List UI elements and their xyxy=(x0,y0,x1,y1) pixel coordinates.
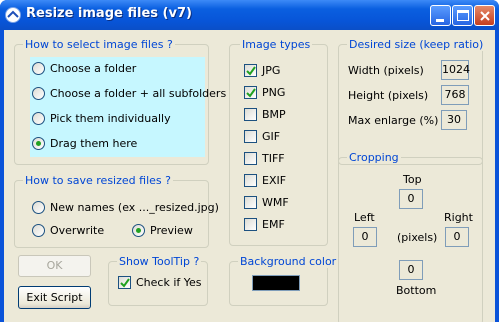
cropping-group: Cropping Top 0 Left Right 0 (pixels) 0 0… xyxy=(338,151,483,322)
radio-label: New names (ex ..._resized.jpg) xyxy=(50,201,219,214)
radio-label: Choose a folder + all subfolders xyxy=(50,87,227,100)
radio-choose-folder[interactable]: Choose a folder xyxy=(32,61,207,77)
width-label: Width (pixels) xyxy=(348,64,424,77)
select-files-group-label: How to select image files ? xyxy=(23,38,175,51)
checkbox[interactable] xyxy=(244,152,257,165)
image-types-group-label: Image types xyxy=(240,38,313,51)
save-files-group-label: How to save resized files ? xyxy=(23,174,173,187)
crop-bottom-label: Bottom xyxy=(396,284,437,297)
client-area: How to select image files ? Choose a fol… xyxy=(4,30,495,322)
checkmark-icon xyxy=(246,66,256,76)
background-color-group-label: Background color xyxy=(238,255,339,268)
checkbox[interactable] xyxy=(244,130,257,143)
background-color-swatch[interactable] xyxy=(252,275,300,291)
radio-label: Drag them here xyxy=(50,137,138,150)
radio-button[interactable] xyxy=(32,87,45,100)
checkbox-wmf[interactable]: WMF xyxy=(244,195,304,211)
minimize-icon xyxy=(436,19,444,22)
desired-size-group: Desired size (keep ratio) Width (pixels)… xyxy=(338,38,486,165)
app-icon xyxy=(5,7,21,23)
checkbox-label: EXIF xyxy=(262,174,287,187)
checkbox[interactable] xyxy=(244,64,257,77)
radio-label: Overwrite xyxy=(50,224,105,237)
checkbox-label: BMP xyxy=(262,108,286,121)
tooltip-checkbox[interactable] xyxy=(118,276,131,289)
checkbox-exif[interactable]: EXIF xyxy=(244,173,304,189)
checkbox-emf[interactable]: EMF xyxy=(244,217,304,233)
checkbox-label: TIFF xyxy=(262,152,285,165)
radio-new-names[interactable]: New names (ex ..._resized.jpg) xyxy=(32,200,219,216)
close-button[interactable] xyxy=(474,5,495,26)
app-window: Resize image files (v7) How to select im… xyxy=(0,0,499,322)
crop-unit-label: (pixels) xyxy=(397,231,438,244)
radio-pick-individually[interactable]: Pick them individually xyxy=(32,111,207,127)
width-input[interactable]: 1024 xyxy=(441,60,470,80)
radio-button[interactable] xyxy=(32,201,45,214)
checkmark-icon xyxy=(246,88,256,98)
cropping-group-label: Cropping xyxy=(347,151,401,164)
checkbox-bmp[interactable]: BMP xyxy=(244,107,304,123)
image-types-group: Image types JPG PNG BMP GIF TIFF EXIF WM… xyxy=(229,38,328,246)
crop-top-label: Top xyxy=(403,173,422,186)
close-icon xyxy=(480,11,490,21)
radio-preview[interactable]: Preview xyxy=(132,223,207,239)
select-files-group: How to select image files ? Choose a fol… xyxy=(14,38,226,165)
checkbox-gif[interactable]: GIF xyxy=(244,129,304,145)
crop-top-input[interactable]: 0 xyxy=(399,189,423,209)
checkbox-png[interactable]: PNG xyxy=(244,85,304,101)
crop-bottom-input[interactable]: 0 xyxy=(399,260,423,280)
radio-button[interactable] xyxy=(32,62,45,75)
enlarge-label: Max enlarge (%) xyxy=(348,114,439,127)
tooltip-checkbox-label: Check if Yes xyxy=(136,276,202,289)
radio-label: Choose a folder xyxy=(50,62,137,75)
height-label: Height (pixels) xyxy=(348,89,429,102)
checkbox-label: EMF xyxy=(262,218,285,231)
checkbox[interactable] xyxy=(244,174,257,187)
radio-folder-subfolders[interactable]: Choose a folder + all subfolders xyxy=(32,86,226,102)
checkbox-label: PNG xyxy=(262,86,286,99)
radio-button[interactable] xyxy=(32,224,45,237)
checkbox-tiff[interactable]: TIFF xyxy=(244,151,304,167)
radio-drag-them-here[interactable]: Drag them here xyxy=(32,136,207,152)
radio-overwrite[interactable]: Overwrite xyxy=(32,223,112,239)
tooltip-group: Show ToolTip ? Check if Yes xyxy=(108,255,208,306)
checkbox[interactable] xyxy=(244,86,257,99)
maximize-button[interactable] xyxy=(452,5,473,26)
ok-button[interactable]: OK xyxy=(18,255,91,277)
radio-button[interactable] xyxy=(132,224,145,237)
checkbox-label: JPG xyxy=(262,64,281,77)
minimize-button[interactable] xyxy=(430,5,451,26)
height-input[interactable]: 768 xyxy=(441,85,469,105)
save-files-group: How to save resized files ? New names (e… xyxy=(14,174,219,248)
crop-right-label: Right xyxy=(444,211,473,224)
exit-script-button[interactable]: Exit Script xyxy=(18,286,91,309)
radio-label: Pick them individually xyxy=(50,112,171,125)
checkbox-label: GIF xyxy=(262,130,281,143)
tooltip-group-label: Show ToolTip ? xyxy=(117,255,202,268)
radio-button[interactable] xyxy=(32,137,45,150)
radio-button[interactable] xyxy=(32,112,45,125)
tooltip-checkbox-row[interactable]: Check if Yes xyxy=(118,275,203,291)
radio-label: Preview xyxy=(150,224,193,237)
checkbox[interactable] xyxy=(244,218,257,231)
title-bar[interactable]: Resize image files (v7) xyxy=(0,0,499,30)
checkbox-jpg[interactable]: JPG xyxy=(244,63,304,79)
desired-size-group-label: Desired size (keep ratio) xyxy=(347,38,486,51)
background-color-group: Background color xyxy=(229,255,339,306)
window-title: Resize image files (v7) xyxy=(26,6,192,21)
crop-right-input[interactable]: 0 xyxy=(445,227,469,247)
checkbox[interactable] xyxy=(244,108,257,121)
crop-left-input[interactable]: 0 xyxy=(353,227,377,247)
crop-left-label: Left xyxy=(354,211,375,224)
checkbox-label: WMF xyxy=(262,196,289,209)
maximize-icon xyxy=(457,10,469,21)
enlarge-input[interactable]: 30 xyxy=(441,110,467,130)
checkmark-icon xyxy=(120,278,130,288)
checkbox[interactable] xyxy=(244,196,257,209)
